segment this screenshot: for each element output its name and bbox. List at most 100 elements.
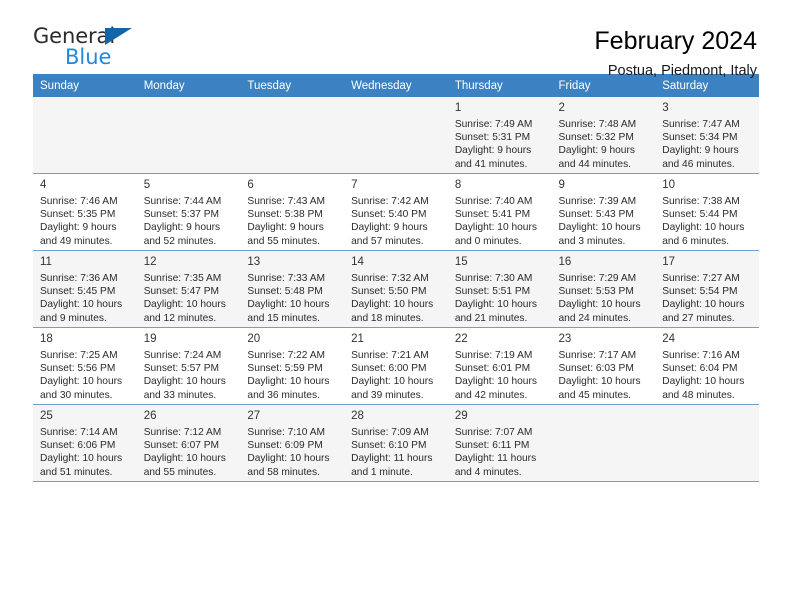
day-sun-details: Sunrise: 7:35 AM Sunset: 5:47 PM Dayligh… [143, 273, 226, 324]
weekday-header-wednesday: Wednesday [344, 74, 448, 97]
calendar-day-cell [240, 97, 345, 174]
calendar-day-cell[interactable]: 14 Sunrise: 7:32 AM Sunset: 5:50 PM Dayli… [344, 250, 448, 328]
day-number: 20 [247, 333, 261, 345]
calendar-day-cell [551, 404, 656, 482]
day-sun-details: Sunrise: 7:49 AM Sunset: 5:31 PM Dayligh… [454, 119, 533, 170]
page-subtitle: Postua, Piedmont, Italy [607, 63, 757, 79]
day-cell-content: 12 Sunrise: 7:35 AM Sunset: 5:47 PM Dayli… [137, 251, 241, 324]
day-cell-content: 5 Sunrise: 7:44 AM Sunset: 5:37 PM Daylig… [137, 174, 241, 247]
day-number: 17 [662, 256, 676, 268]
logo-text-blue: Blue [65, 45, 112, 69]
day-number: 14 [351, 256, 364, 268]
day-cell-content: 19 Sunrise: 7:24 AM Sunset: 5:57 PM Dayli… [137, 328, 241, 401]
calendar-day-cell[interactable]: 4 Sunrise: 7:46 AM Sunset: 5:35 PM Daylig… [33, 173, 137, 251]
calendar-day-cell[interactable]: 7 Sunrise: 7:42 AM Sunset: 5:40 PM Daylig… [344, 173, 448, 251]
calendar-day-cell[interactable]: 5 Sunrise: 7:44 AM Sunset: 5:37 PM Daylig… [136, 173, 241, 251]
day-sun-details: Sunrise: 7:38 AM Sunset: 5:44 PM Dayligh… [662, 196, 745, 247]
day-number: 18 [40, 333, 53, 345]
calendar-page: General Blue February 2024 Postua, Piedm… [0, 0, 792, 612]
day-cell-content: 18 Sunrise: 7:25 AM Sunset: 5:56 PM Dayli… [33, 328, 137, 401]
day-cell-content [33, 97, 137, 169]
calendar-day-cell[interactable]: 1 Sunrise: 7:49 AM Sunset: 5:31 PM Daylig… [447, 97, 552, 174]
calendar-day-cell[interactable]: 15 Sunrise: 7:30 AM Sunset: 5:51 PM Dayli… [447, 250, 552, 328]
day-sun-details: Sunrise: 7:32 AM Sunset: 5:50 PM Dayligh… [351, 273, 434, 324]
day-number: 26 [143, 410, 157, 422]
day-sun-details: Sunrise: 7:29 AM Sunset: 5:53 PM Dayligh… [558, 273, 641, 324]
day-number: 5 [143, 179, 151, 191]
day-sun-details: Sunrise: 7:22 AM Sunset: 5:59 PM Dayligh… [247, 350, 330, 401]
day-cell-content [344, 97, 448, 169]
weekday-header-tuesday: Tuesday [240, 74, 345, 97]
day-cell-content: 7 Sunrise: 7:42 AM Sunset: 5:40 PM Daylig… [344, 174, 448, 247]
day-sun-details: Sunrise: 7:36 AM Sunset: 5:45 PM Dayligh… [40, 273, 123, 324]
calendar-day-cell[interactable]: 27 Sunrise: 7:10 AM Sunset: 6:09 PM Dayli… [240, 404, 345, 482]
day-number: 27 [247, 410, 261, 422]
calendar-day-cell [136, 97, 241, 174]
calendar-day-cell[interactable]: 20 Sunrise: 7:22 AM Sunset: 5:59 PM Dayli… [240, 327, 345, 405]
day-sun-details: Sunrise: 7:40 AM Sunset: 5:41 PM Dayligh… [454, 196, 537, 247]
calendar-week-row: 11 Sunrise: 7:36 AM Sunset: 5:45 PM Dayli… [33, 250, 759, 328]
calendar-day-cell[interactable]: 25 Sunrise: 7:14 AM Sunset: 6:06 PM Dayli… [33, 404, 137, 482]
day-cell-content: 17 Sunrise: 7:27 AM Sunset: 5:54 PM Dayli… [655, 251, 759, 324]
page-header: General Blue February 2024 Postua, Piedm… [33, 0, 759, 80]
calendar-day-cell[interactable]: 18 Sunrise: 7:25 AM Sunset: 5:56 PM Dayli… [33, 327, 137, 405]
day-number: 25 [40, 410, 53, 422]
day-number: 24 [662, 333, 676, 345]
day-number: 1 [454, 102, 462, 114]
calendar-day-cell[interactable]: 28 Sunrise: 7:09 AM Sunset: 6:10 PM Dayli… [344, 404, 448, 482]
calendar-day-cell[interactable]: 9 Sunrise: 7:39 AM Sunset: 5:43 PM Daylig… [551, 173, 656, 251]
calendar-day-cell[interactable]: 8 Sunrise: 7:40 AM Sunset: 5:41 PM Daylig… [447, 173, 552, 251]
calendar-day-cell[interactable]: 10 Sunrise: 7:38 AM Sunset: 5:44 PM Dayli… [655, 173, 759, 251]
day-number: 2 [558, 102, 565, 114]
day-cell-content: 24 Sunrise: 7:16 AM Sunset: 6:04 PM Dayli… [655, 328, 759, 401]
day-sun-details: Sunrise: 7:10 AM Sunset: 6:09 PM Dayligh… [247, 427, 330, 478]
day-cell-content: 14 Sunrise: 7:32 AM Sunset: 5:50 PM Dayli… [344, 251, 448, 324]
calendar-day-cell[interactable]: 21 Sunrise: 7:21 AM Sunset: 6:00 PM Dayli… [344, 327, 448, 405]
day-cell-content: 6 Sunrise: 7:43 AM Sunset: 5:38 PM Daylig… [240, 174, 344, 247]
calendar-day-cell[interactable]: 3 Sunrise: 7:47 AM Sunset: 5:34 PM Daylig… [655, 97, 759, 174]
calendar-day-cell[interactable]: 26 Sunrise: 7:12 AM Sunset: 6:07 PM Dayli… [136, 404, 241, 482]
calendar-day-cell[interactable]: 12 Sunrise: 7:35 AM Sunset: 5:47 PM Dayli… [136, 250, 241, 328]
day-cell-content [137, 97, 241, 169]
day-number: 13 [247, 256, 261, 268]
day-sun-details: Sunrise: 7:09 AM Sunset: 6:10 PM Dayligh… [351, 427, 433, 478]
day-sun-details: Sunrise: 7:39 AM Sunset: 5:43 PM Dayligh… [558, 196, 641, 247]
day-cell-content [655, 405, 759, 477]
day-number: 12 [143, 256, 157, 268]
day-cell-content: 1 Sunrise: 7:49 AM Sunset: 5:31 PM Daylig… [448, 97, 552, 170]
day-cell-content: 27 Sunrise: 7:10 AM Sunset: 6:09 PM Dayli… [240, 405, 344, 478]
day-cell-content: 15 Sunrise: 7:30 AM Sunset: 5:51 PM Dayli… [448, 251, 552, 324]
day-sun-details: Sunrise: 7:46 AM Sunset: 5:35 PM Dayligh… [40, 196, 118, 247]
general-blue-logo[interactable]: General Blue [33, 26, 153, 74]
day-number: 22 [454, 333, 468, 345]
calendar-day-cell[interactable]: 13 Sunrise: 7:33 AM Sunset: 5:48 PM Dayli… [240, 250, 345, 328]
calendar-table: Sunday Monday Tuesday Wednesday Thursday… [33, 74, 759, 482]
calendar-day-cell[interactable]: 23 Sunrise: 7:17 AM Sunset: 6:03 PM Dayli… [551, 327, 656, 405]
day-number: 3 [662, 102, 669, 114]
day-sun-details: Sunrise: 7:17 AM Sunset: 6:03 PM Dayligh… [558, 350, 641, 401]
calendar-day-cell[interactable]: 19 Sunrise: 7:24 AM Sunset: 5:57 PM Dayli… [136, 327, 241, 405]
day-cell-content: 10 Sunrise: 7:38 AM Sunset: 5:44 PM Dayli… [655, 174, 759, 247]
calendar-day-cell[interactable]: 2 Sunrise: 7:48 AM Sunset: 5:32 PM Daylig… [551, 97, 656, 174]
day-cell-content: 22 Sunrise: 7:19 AM Sunset: 6:01 PM Dayli… [448, 328, 552, 401]
calendar-day-cell[interactable]: 11 Sunrise: 7:36 AM Sunset: 5:45 PM Dayli… [33, 250, 137, 328]
calendar-day-cell[interactable]: 16 Sunrise: 7:29 AM Sunset: 5:53 PM Dayli… [551, 250, 656, 328]
calendar-day-cell[interactable]: 6 Sunrise: 7:43 AM Sunset: 5:38 PM Daylig… [240, 173, 345, 251]
day-number: 7 [351, 179, 358, 191]
day-sun-details: Sunrise: 7:24 AM Sunset: 5:57 PM Dayligh… [143, 350, 226, 401]
calendar-day-cell[interactable]: 24 Sunrise: 7:16 AM Sunset: 6:04 PM Dayli… [655, 327, 759, 405]
day-number: 4 [40, 179, 47, 191]
day-number: 9 [558, 179, 565, 191]
day-sun-details: Sunrise: 7:33 AM Sunset: 5:48 PM Dayligh… [247, 273, 330, 324]
calendar-day-cell[interactable]: 17 Sunrise: 7:27 AM Sunset: 5:54 PM Dayli… [655, 250, 759, 328]
day-sun-details: Sunrise: 7:21 AM Sunset: 6:00 PM Dayligh… [351, 350, 434, 401]
calendar-day-cell [33, 97, 137, 174]
day-sun-details: Sunrise: 7:16 AM Sunset: 6:04 PM Dayligh… [662, 350, 745, 401]
calendar-day-cell[interactable]: 22 Sunrise: 7:19 AM Sunset: 6:01 PM Dayli… [447, 327, 552, 405]
day-number: 19 [143, 333, 157, 345]
logo-triangle-icon [105, 28, 132, 45]
weekday-header-thursday: Thursday [447, 74, 552, 97]
day-sun-details: Sunrise: 7:30 AM Sunset: 5:51 PM Dayligh… [454, 273, 537, 324]
day-cell-content: 9 Sunrise: 7:39 AM Sunset: 5:43 PM Daylig… [552, 174, 656, 247]
calendar-day-cell[interactable]: 29 Sunrise: 7:07 AM Sunset: 6:11 PM Dayli… [447, 404, 552, 482]
